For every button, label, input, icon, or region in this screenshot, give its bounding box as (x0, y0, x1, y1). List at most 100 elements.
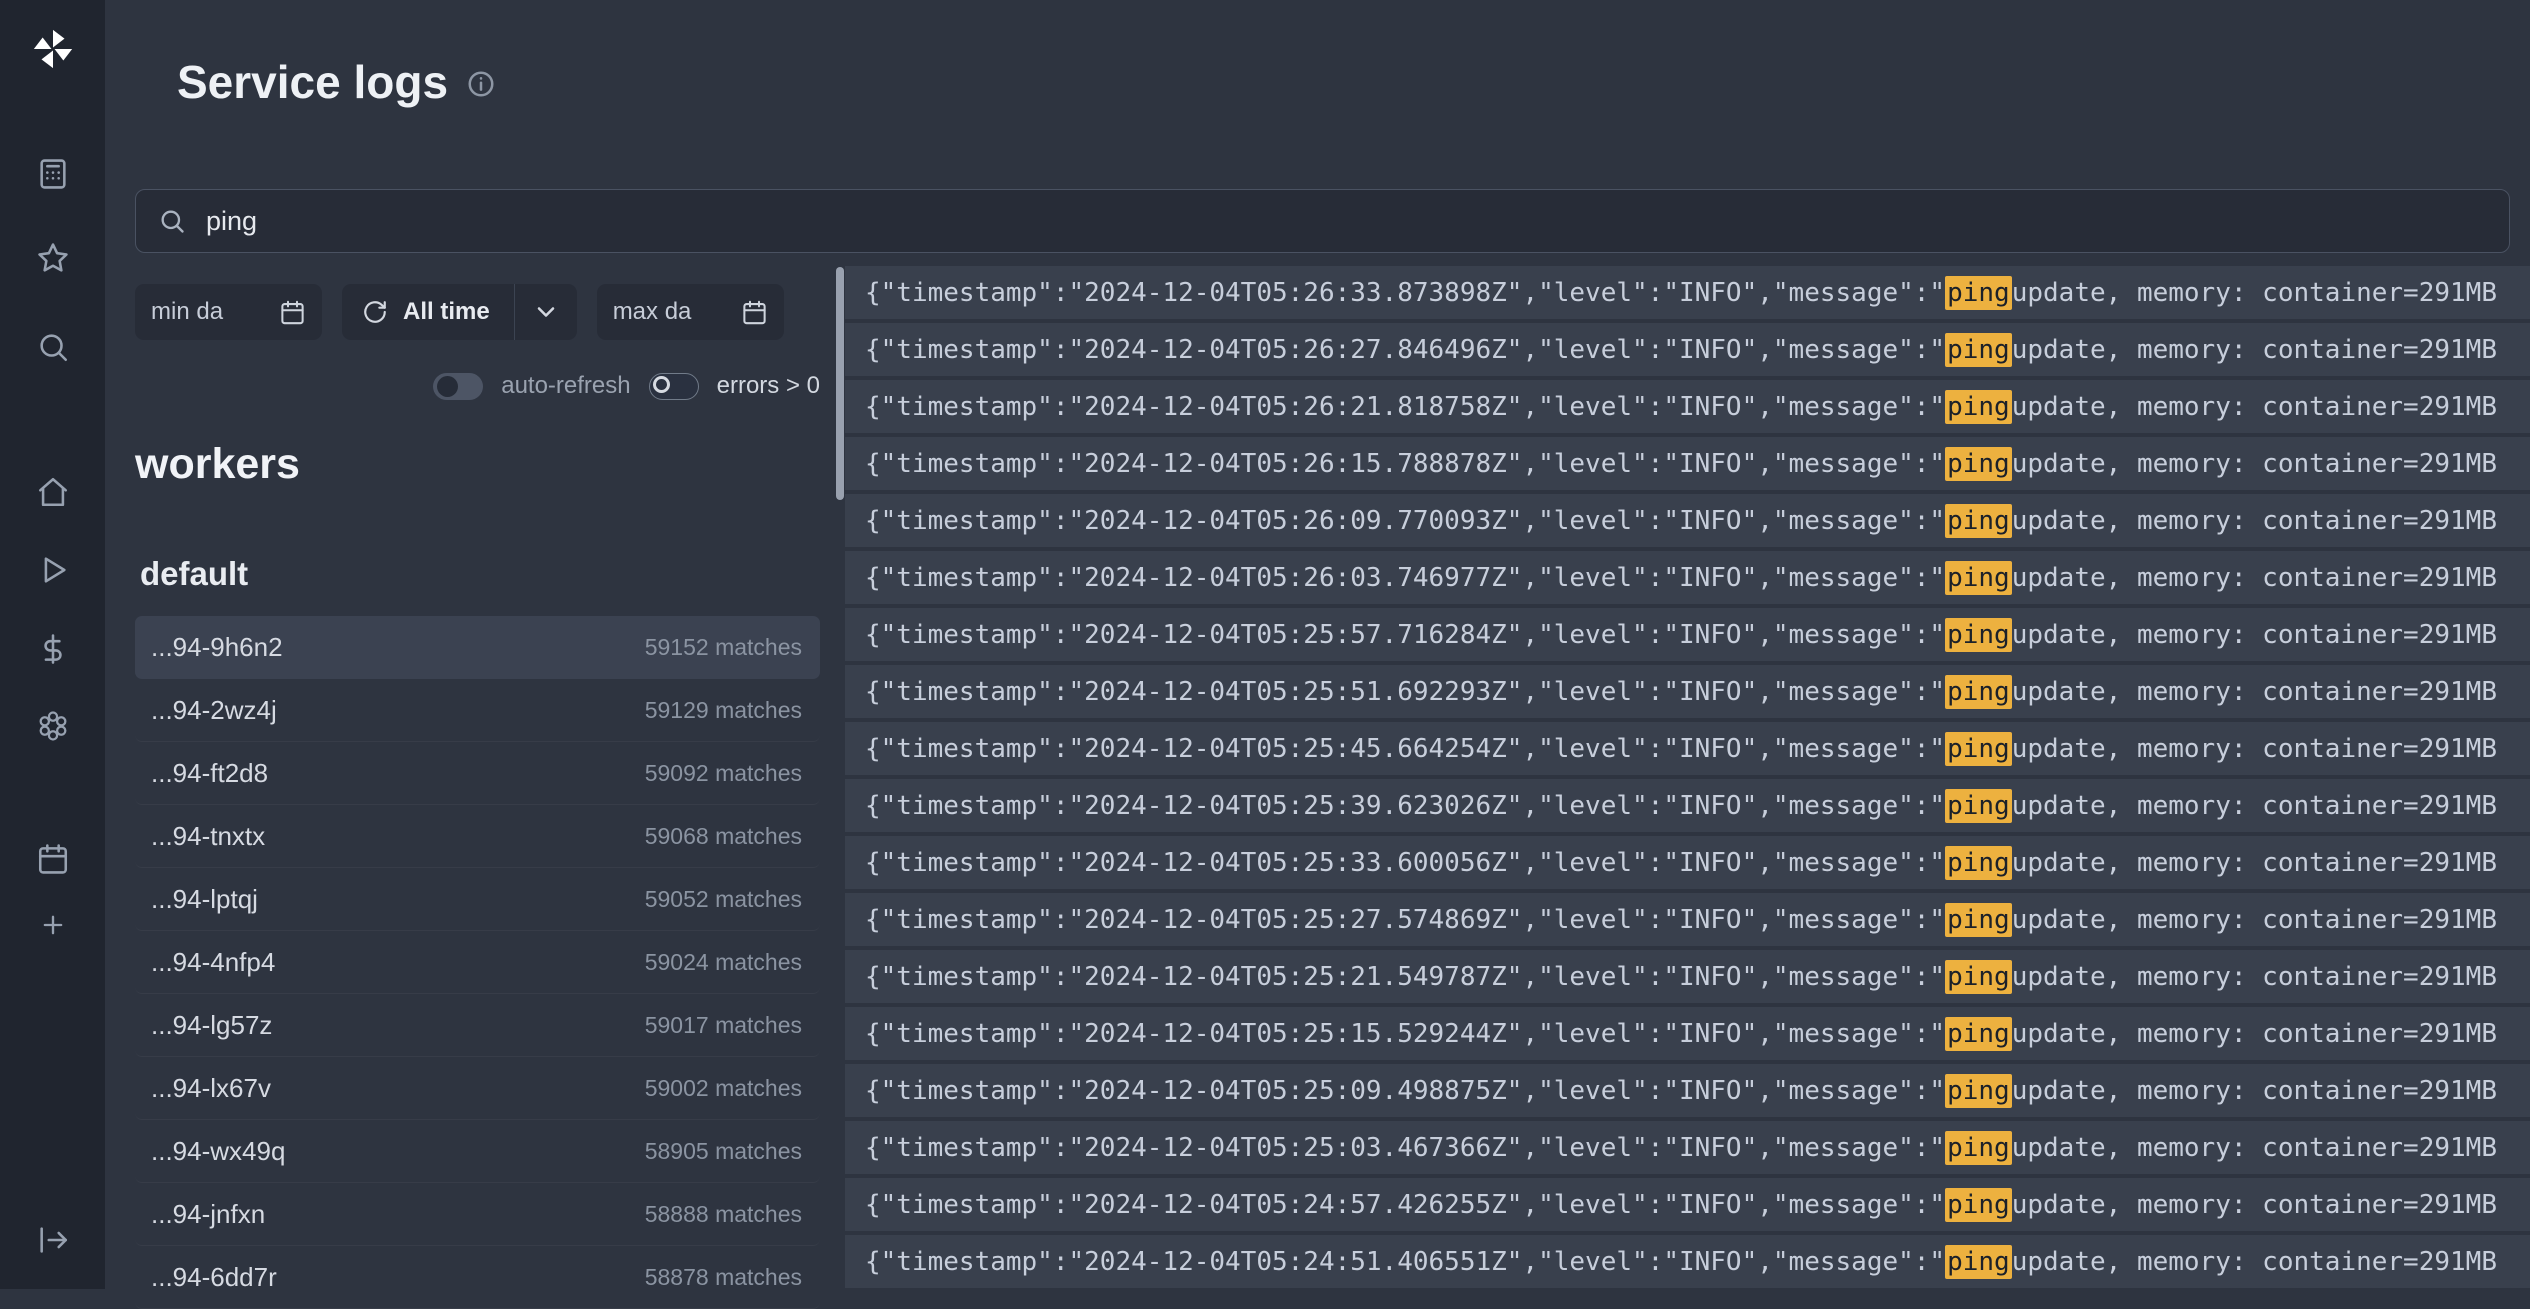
max-date-label: max da (613, 298, 692, 326)
home-icon[interactable] (36, 475, 70, 509)
worker-row[interactable]: ...94-wx49q 58905 matches (135, 1120, 820, 1183)
worker-row[interactable]: ...94-lptqj 59052 matches (135, 868, 820, 931)
worker-matches: 59052 matches (645, 886, 802, 913)
log-pre: {"timestamp":"2024-12-04T05:26:27.846496… (865, 335, 1945, 365)
worker-name: ...94-9h6n2 (151, 632, 283, 663)
log-pre: {"timestamp":"2024-12-04T05:25:51.692293… (865, 677, 1945, 707)
log-rest: update, memory: container=291MB (2012, 1019, 2497, 1049)
log-pre: {"timestamp":"2024-12-04T05:25:15.529244… (865, 1019, 1945, 1049)
log-pre: {"timestamp":"2024-12-04T05:26:09.770093… (865, 506, 1945, 536)
log-line: {"timestamp":"2024-12-04T05:26:03.746977… (845, 551, 2530, 604)
log-highlight: ping (1945, 1188, 2012, 1222)
min-date-input[interactable]: min da (135, 284, 322, 340)
toggle-knob (653, 376, 670, 393)
worker-row[interactable]: ...94-ft2d8 59092 matches (135, 742, 820, 805)
log-highlight: ping (1945, 1017, 2012, 1051)
windmill-logo[interactable] (30, 26, 76, 72)
time-range-dropdown-toggle[interactable] (515, 284, 577, 340)
log-line: {"timestamp":"2024-12-04T05:25:21.549787… (845, 950, 2530, 1003)
log-scrollbar-thumb[interactable] (836, 267, 844, 500)
max-date-input[interactable]: max da (597, 284, 784, 340)
logout-icon[interactable] (36, 1223, 70, 1257)
log-rest: update, memory: container=291MB (2012, 449, 2497, 479)
worker-row[interactable]: ...94-lx67v 59002 matches (135, 1057, 820, 1120)
search-icon[interactable] (36, 330, 70, 364)
calendar-icon (279, 299, 306, 326)
filter-row: min da All time max da (135, 284, 784, 340)
errors-label: errors > 0 (717, 372, 820, 400)
worker-row[interactable]: ...94-lg57z 59017 matches (135, 994, 820, 1057)
log-pre: {"timestamp":"2024-12-04T05:25:03.467366… (865, 1133, 1945, 1163)
worker-name: ...94-lptqj (151, 884, 258, 915)
log-rest: update, memory: container=291MB (2012, 335, 2497, 365)
log-rest: update, memory: container=291MB (2012, 563, 2497, 593)
log-line: {"timestamp":"2024-12-04T05:26:33.873898… (845, 266, 2530, 319)
auto-refresh-toggle[interactable] (433, 373, 483, 400)
worker-name: ...94-2wz4j (151, 695, 277, 726)
log-rest: update, memory: container=291MB (2012, 1133, 2497, 1163)
log-highlight: ping (1945, 618, 2012, 652)
worker-matches: 59024 matches (645, 949, 802, 976)
log-rest: update, memory: container=291MB (2012, 1190, 2497, 1220)
time-range-button[interactable]: All time (342, 284, 514, 340)
log-line: {"timestamp":"2024-12-04T05:25:57.716284… (845, 608, 2530, 661)
log-line: {"timestamp":"2024-12-04T05:25:15.529244… (845, 1007, 2530, 1060)
log-pre: {"timestamp":"2024-12-04T05:25:21.549787… (865, 962, 1945, 992)
worker-matches: 58878 matches (645, 1264, 802, 1291)
log-line: {"timestamp":"2024-12-04T05:25:27.574869… (845, 893, 2530, 946)
log-line: {"timestamp":"2024-12-04T05:26:15.788878… (845, 437, 2530, 490)
worker-row[interactable]: ...94-9h6n2 59152 matches (135, 616, 820, 679)
auto-refresh-label: auto-refresh (501, 372, 630, 400)
flower-icon[interactable] (36, 709, 70, 743)
log-line: {"timestamp":"2024-12-04T05:24:51.406551… (845, 1235, 2530, 1288)
log-highlight: ping (1945, 333, 2012, 367)
log-highlight: ping (1945, 903, 2012, 937)
log-line: {"timestamp":"2024-12-04T05:25:33.600056… (845, 836, 2530, 889)
worker-matches: 59017 matches (645, 1012, 802, 1039)
worker-list: ...94-9h6n2 59152 matches ...94-2wz4j 59… (135, 616, 820, 1309)
worker-name: ...94-lx67v (151, 1073, 271, 1104)
worker-row[interactable]: ...94-6dd7r 58878 matches (135, 1246, 820, 1309)
calendar-icon (741, 299, 768, 326)
log-pre: {"timestamp":"2024-12-04T05:24:51.406551… (865, 1247, 1945, 1277)
worker-row[interactable]: ...94-tnxtx 59068 matches (135, 805, 820, 868)
calendar-icon[interactable] (36, 842, 70, 876)
log-search-input[interactable] (204, 205, 2487, 238)
worker-matches: 59129 matches (645, 697, 802, 724)
log-line: {"timestamp":"2024-12-04T05:25:39.623026… (845, 779, 2530, 832)
log-line: {"timestamp":"2024-12-04T05:26:21.818758… (845, 380, 2530, 433)
worker-name: ...94-wx49q (151, 1136, 285, 1167)
errors-toggle[interactable] (649, 373, 699, 400)
log-pre: {"timestamp":"2024-12-04T05:25:57.716284… (865, 620, 1945, 650)
worker-matches: 58888 matches (645, 1201, 802, 1228)
log-rest: update, memory: container=291MB (2012, 278, 2497, 308)
star-icon[interactable] (36, 241, 70, 275)
chevron-down-icon (532, 298, 560, 326)
sidebar (0, 0, 105, 1289)
info-icon[interactable] (466, 69, 496, 99)
worker-name: ...94-jnfxn (151, 1199, 265, 1230)
workers-heading: workers (135, 440, 300, 489)
log-line: {"timestamp":"2024-12-04T05:24:57.426255… (845, 1178, 2530, 1231)
log-line: {"timestamp":"2024-12-04T05:26:27.846496… (845, 323, 2530, 376)
calculator-icon[interactable] (36, 157, 70, 191)
log-highlight: ping (1945, 390, 2012, 424)
play-icon[interactable] (36, 553, 70, 587)
log-line: {"timestamp":"2024-12-04T05:25:51.692293… (845, 665, 2530, 718)
page-title: Service logs (177, 55, 496, 109)
dollar-icon[interactable] (36, 632, 70, 666)
min-date-label: min da (151, 298, 223, 326)
time-range-select: All time (342, 284, 577, 340)
worker-row[interactable]: ...94-4nfp4 59024 matches (135, 931, 820, 994)
log-rest: update, memory: container=291MB (2012, 392, 2497, 422)
log-rest: update, memory: container=291MB (2012, 1076, 2497, 1106)
log-pre: {"timestamp":"2024-12-04T05:25:45.664254… (865, 734, 1945, 764)
log-highlight: ping (1945, 1074, 2012, 1108)
log-pre: {"timestamp":"2024-12-04T05:26:33.873898… (865, 278, 1945, 308)
plus-icon[interactable] (39, 911, 67, 939)
log-highlight: ping (1945, 447, 2012, 481)
log-pre: {"timestamp":"2024-12-04T05:25:27.574869… (865, 905, 1945, 935)
worker-row[interactable]: ...94-jnfxn 58888 matches (135, 1183, 820, 1246)
worker-row[interactable]: ...94-2wz4j 59129 matches (135, 679, 820, 742)
log-highlight: ping (1945, 846, 2012, 880)
